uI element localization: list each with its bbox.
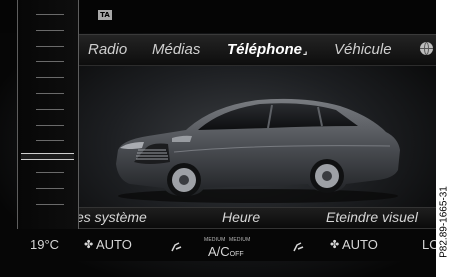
- temperature-left[interactable]: 19°C: [30, 237, 59, 252]
- menu-item-telephone[interactable]: Téléphone⌟: [227, 41, 307, 60]
- menu-item-radio[interactable]: Radio: [88, 41, 127, 59]
- slider-tick: [36, 188, 64, 189]
- slider-tick: [36, 140, 64, 141]
- slider-tick: [36, 14, 64, 15]
- ta-badge: TA: [98, 10, 112, 20]
- menu-item-telephone-label: Téléphone: [227, 41, 303, 58]
- menu-item-medias[interactable]: Médias: [152, 41, 200, 59]
- airflow-medium-right: MEDIUM: [229, 237, 251, 243]
- slider-tick: [36, 125, 64, 126]
- air-distribution-right-icon[interactable]: [292, 240, 304, 252]
- slider-tick: [36, 30, 64, 31]
- slider-tick: [36, 77, 64, 78]
- globe-icon[interactable]: [420, 42, 433, 55]
- slider-tick: [36, 109, 64, 110]
- function-item-display-off[interactable]: Eteindre visuel: [326, 209, 418, 226]
- temperature-right[interactable]: LO: [422, 237, 436, 252]
- car-image: [116, 98, 400, 203]
- function-item-time[interactable]: Heure: [222, 209, 260, 226]
- slider-tick: [36, 93, 64, 94]
- function-item-system-settings[interactable]: es système: [76, 209, 147, 226]
- reference-code: P82.89-1665-31: [436, 167, 452, 277]
- slider-tick: [36, 172, 64, 173]
- menu-item-vehicule[interactable]: Véhicule: [334, 41, 392, 59]
- reference-code-text: P82.89-1665-31: [438, 186, 450, 258]
- fan-left-icon: ✤: [84, 239, 94, 251]
- temperature-slider[interactable]: [17, 0, 79, 229]
- fan-left-auto[interactable]: AUTO: [96, 237, 132, 252]
- ac-button[interactable]: A/COFF: [208, 244, 244, 259]
- ac-state: OFF: [229, 251, 244, 258]
- airflow-medium-left: MEDIUM: [204, 237, 226, 243]
- slider-tick: [36, 204, 64, 205]
- air-distribution-left-icon[interactable]: [170, 240, 182, 252]
- slider-level-indicator[interactable]: [21, 153, 74, 160]
- active-marker-icon: ⌟: [303, 46, 308, 56]
- fan-right-auto[interactable]: AUTO: [342, 237, 378, 252]
- main-menu-bar: Radio Médias Téléphone⌟ Véhicule: [70, 34, 436, 66]
- slider-tick: [36, 61, 64, 62]
- ac-label: A/C: [208, 244, 230, 259]
- fan-right-icon: ✤: [330, 239, 340, 251]
- head-unit-screen: TA Radio Médias Téléphone⌟ Véhicule es s…: [0, 0, 436, 277]
- climate-bar: 19°C ✤ AUTO MEDIUM MEDIUM A/COFF ✤ AUTO …: [0, 229, 436, 261]
- function-bar: es système Heure Eteindre visuel: [70, 207, 436, 229]
- slider-tick: [36, 46, 64, 47]
